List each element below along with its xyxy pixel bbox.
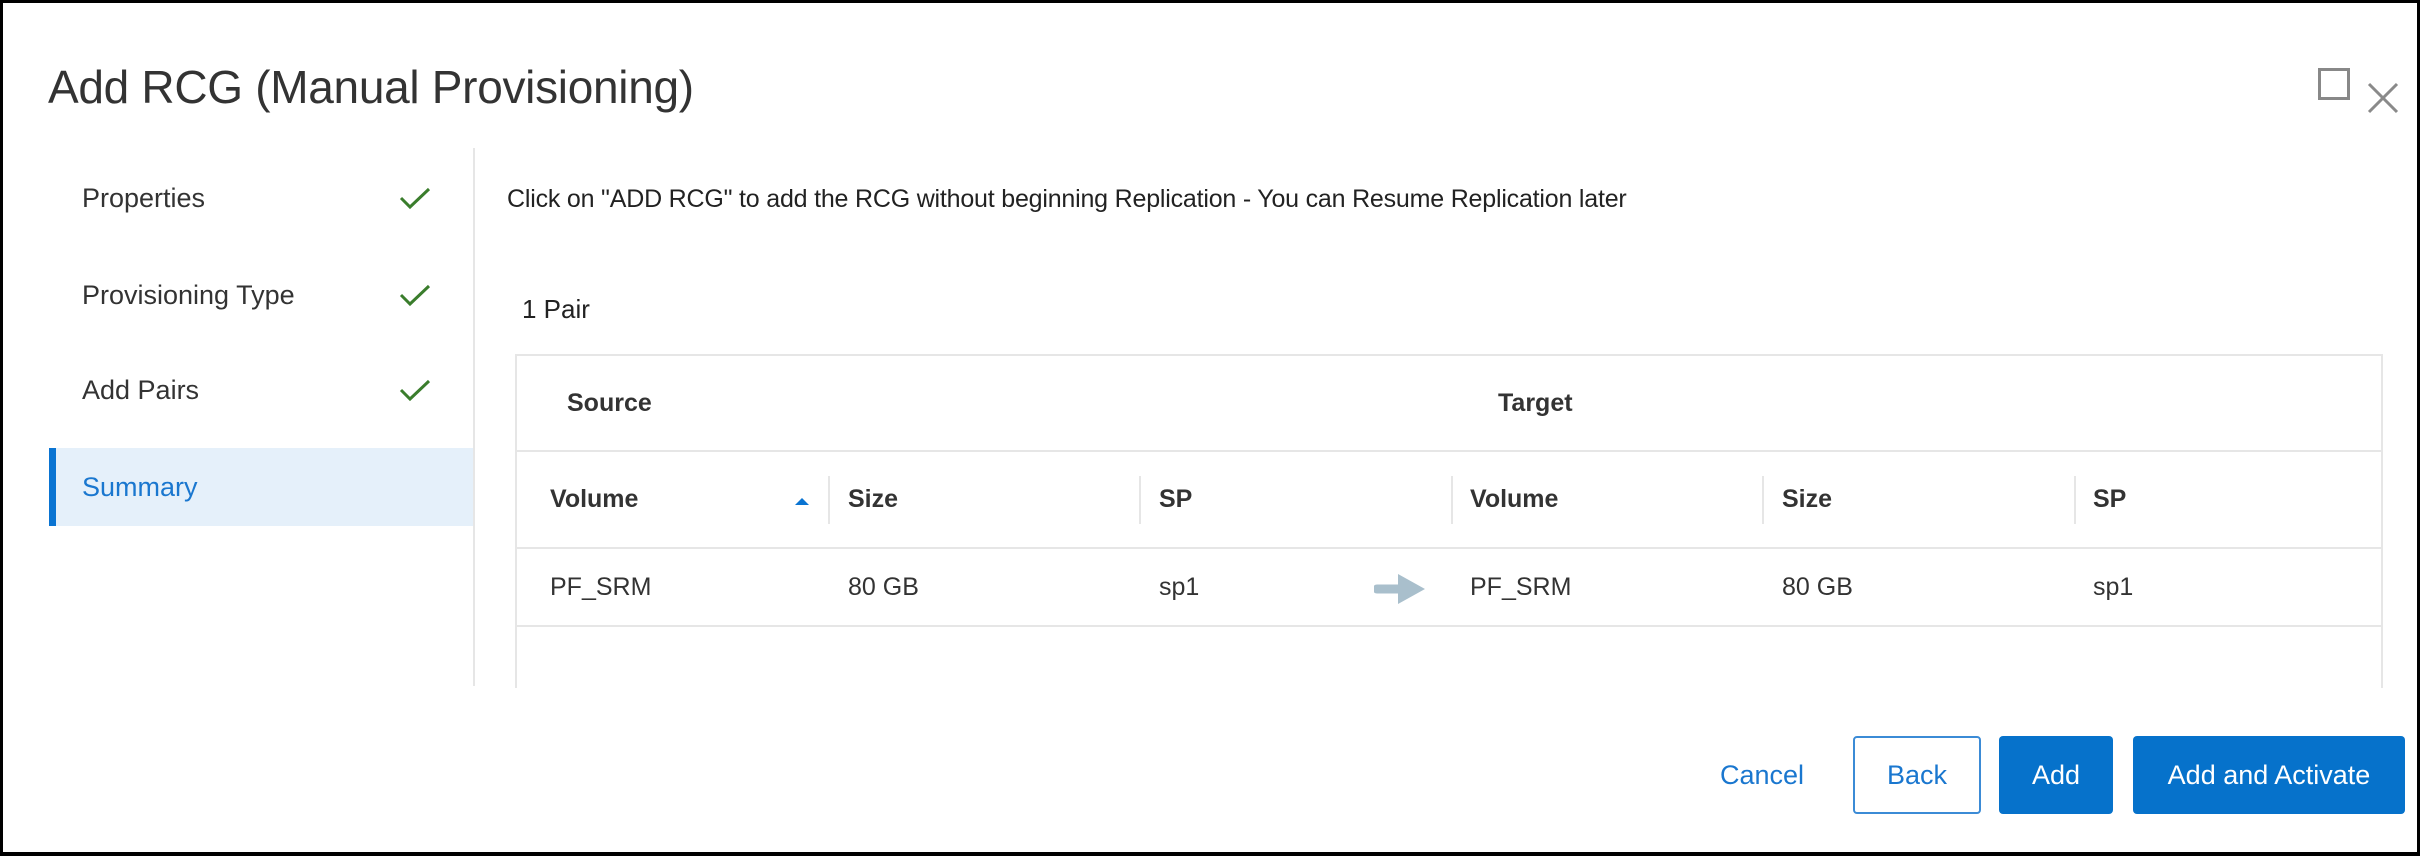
sidebar-step-provisioning-type[interactable]: Provisioning Type (49, 256, 473, 334)
check-icon (399, 187, 431, 210)
step-label: Add Pairs (82, 374, 200, 405)
dialog-title: Add RCG (Manual Provisioning) (48, 61, 694, 113)
column-header-label: Size (1782, 485, 1833, 513)
step-label: Properties (82, 182, 206, 213)
column-header-source-volume[interactable]: Volume (517, 452, 828, 547)
add-rcg-dialog: Add RCG (Manual Provisioning) Properties… (3, 3, 2417, 852)
sidebar-step-summary[interactable]: Summary (49, 448, 473, 526)
arrow-right-icon (1374, 574, 1425, 604)
cell-target-size: 80 GB (1782, 572, 1853, 601)
column-header-label: Volume (550, 485, 639, 513)
column-header-source-size[interactable]: Size (830, 452, 1141, 547)
column-header-target-size[interactable]: Size (1764, 452, 2075, 547)
cell-source-size: 80 GB (848, 572, 919, 601)
table-row[interactable]: PF_SRM 80 GB sp1 PF_SRM 80 GB sp1 (517, 549, 2381, 627)
table-group-header-row: Source Target (517, 356, 2381, 452)
check-icon (399, 379, 431, 402)
sidebar-step-properties[interactable]: Properties (49, 159, 473, 237)
cancel-button[interactable]: Cancel (1703, 736, 1821, 814)
column-header-label: Volume (1470, 485, 1559, 513)
close-icon[interactable] (2365, 80, 2401, 116)
column-header-label: Size (848, 485, 899, 513)
column-header-source-sp[interactable]: SP (1141, 452, 1452, 547)
sidebar-divider (473, 148, 475, 686)
column-header-target-volume[interactable]: Volume (1453, 452, 1764, 547)
pairs-table: Source Target Volume Size SP Volume Size (515, 354, 2383, 688)
sidebar-step-add-pairs[interactable]: Add Pairs (49, 351, 473, 429)
maximize-icon[interactable] (2318, 68, 2350, 100)
add-and-activate-button[interactable]: Add and Activate (2133, 736, 2405, 814)
cell-target-volume: PF_SRM (1470, 572, 1572, 601)
column-header-label: SP (1159, 485, 1193, 513)
check-icon (399, 284, 431, 307)
cell-source-volume: PF_SRM (550, 572, 652, 601)
sort-ascending-icon[interactable] (795, 498, 809, 505)
cell-target-sp: sp1 (2093, 572, 2134, 601)
instruction-text: Click on "ADD RCG" to add the RCG withou… (507, 185, 1627, 213)
add-button[interactable]: Add (1999, 736, 2113, 814)
step-label: Provisioning Type (82, 279, 295, 310)
pair-count: 1 Pair (522, 294, 590, 324)
group-header-target: Target (1498, 388, 1573, 417)
step-label: Summary (82, 471, 198, 502)
column-header-label: SP (2093, 485, 2127, 513)
group-header-source: Source (567, 388, 652, 417)
column-header-target-sp[interactable]: SP (2076, 452, 2387, 547)
back-button[interactable]: Back (1853, 736, 1981, 814)
table-header-row: Volume Size SP Volume Size SP (517, 452, 2381, 549)
